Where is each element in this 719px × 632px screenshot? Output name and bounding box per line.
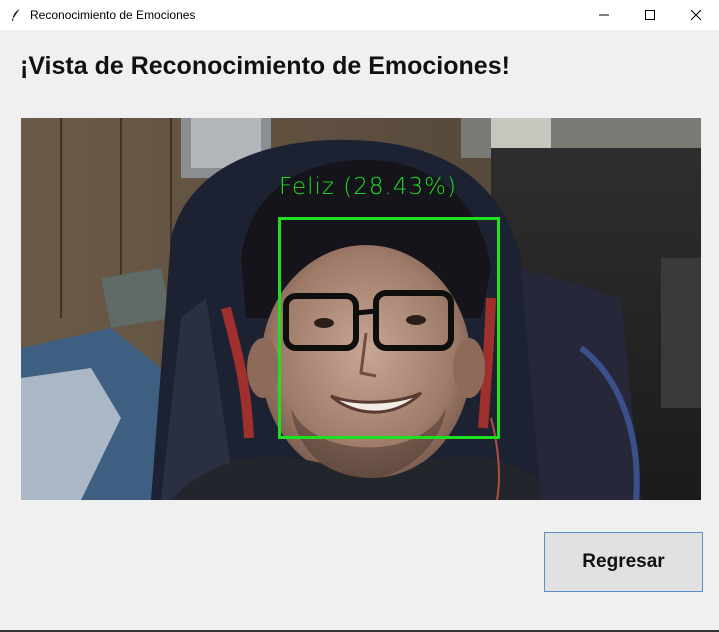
face-detection-box <box>278 217 500 439</box>
camera-feed: Feliz (28.43%) <box>21 118 701 500</box>
close-button[interactable] <box>673 0 719 30</box>
page-title: ¡Vista de Reconocimiento de Emociones! <box>20 52 510 80</box>
minimize-button[interactable] <box>581 0 627 30</box>
window-title: Reconocimiento de Emociones <box>30 8 196 22</box>
back-button[interactable]: Regresar <box>544 532 703 592</box>
app-window: Reconocimiento de Emociones ¡Vista de Re <box>0 0 719 632</box>
feather-icon <box>8 7 24 23</box>
close-icon <box>691 10 701 20</box>
window-controls <box>581 0 719 30</box>
maximize-button[interactable] <box>627 0 673 30</box>
maximize-icon <box>645 10 655 20</box>
minimize-icon <box>599 14 609 16</box>
title-bar[interactable]: Reconocimiento de Emociones <box>0 0 719 30</box>
emotion-label: Feliz (28.43%) <box>279 174 457 200</box>
